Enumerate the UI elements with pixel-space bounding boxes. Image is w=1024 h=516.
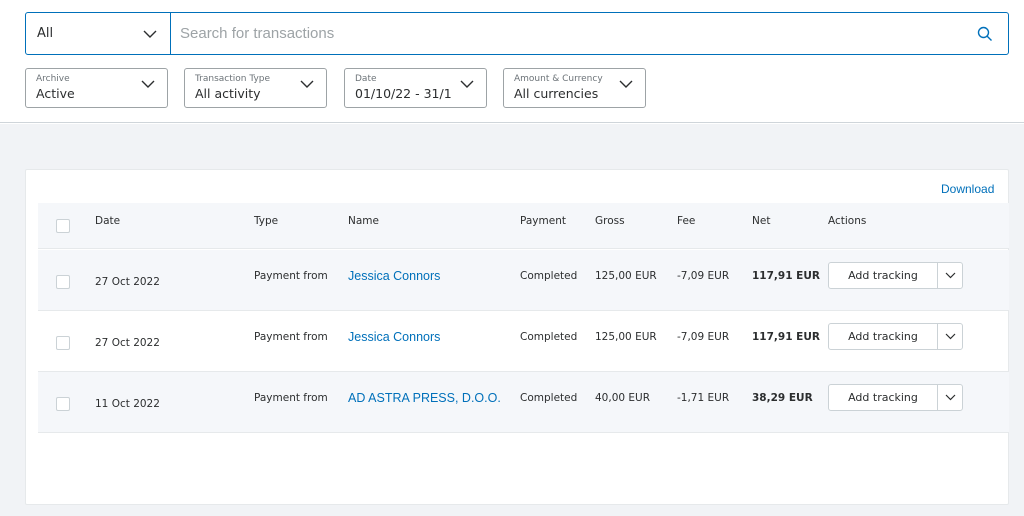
row-net: 117,91 EUR xyxy=(752,331,820,343)
table-header: Date Type Name Payment Gross Fee Net Act… xyxy=(38,203,1009,249)
row-type: Payment from xyxy=(254,270,328,282)
table-row[interactable]: 27 Oct 2022 Payment from Jessica Connors… xyxy=(38,311,1009,372)
filter-amount-currency-value: All currencies xyxy=(514,86,599,101)
search-scope-select[interactable]: All xyxy=(26,13,171,54)
header-fee: Fee xyxy=(677,215,696,227)
filter-date-label: Date xyxy=(355,74,377,84)
add-tracking-button[interactable]: Add tracking xyxy=(829,263,938,288)
add-tracking-button[interactable]: Add tracking xyxy=(829,385,938,410)
row-checkbox[interactable] xyxy=(56,336,70,350)
row-name-link[interactable]: Jessica Connors xyxy=(348,269,440,283)
row-date: 27 Oct 2022 xyxy=(95,337,160,349)
header-payment: Payment xyxy=(520,215,566,227)
header-date[interactable]: Date xyxy=(95,215,120,227)
filter-archive-label: Archive xyxy=(36,74,70,84)
row-gross: 125,00 EUR xyxy=(595,331,657,343)
row-fee: -7,09 EUR xyxy=(677,270,730,282)
row-fee: -7,09 EUR xyxy=(677,331,730,343)
header-type: Type xyxy=(254,215,279,227)
actions-dropdown-button[interactable] xyxy=(938,263,962,288)
transactions-card: Download Date Type Name Payment Gross Fe… xyxy=(25,169,1009,505)
select-all-checkbox[interactable] xyxy=(56,219,70,233)
header-actions: Actions xyxy=(828,215,867,227)
row-name-link[interactable]: Jessica Connors xyxy=(348,330,440,344)
row-actions: Add tracking xyxy=(828,262,963,289)
add-tracking-button[interactable]: Add tracking xyxy=(829,324,938,349)
row-name-link[interactable]: AD ASTRA PRESS, D.O.O. xyxy=(348,391,501,405)
row-payment-status: Completed xyxy=(520,392,578,404)
row-actions: Add tracking xyxy=(828,384,963,411)
chevron-down-icon xyxy=(619,80,633,88)
search-bar: All xyxy=(25,12,1009,55)
filter-archive-value: Active xyxy=(36,86,75,101)
filter-transaction-type-value: All activity xyxy=(195,86,261,101)
row-type: Payment from xyxy=(254,392,328,404)
filter-archive[interactable]: Archive Active xyxy=(25,68,168,108)
row-checkbox[interactable] xyxy=(56,275,70,289)
search-scope-value: All xyxy=(37,26,54,41)
filter-amount-currency[interactable]: Amount & Currency All currencies xyxy=(503,68,646,108)
row-gross: 125,00 EUR xyxy=(595,270,657,282)
search-input[interactable] xyxy=(171,13,962,54)
download-link[interactable]: Download xyxy=(941,182,994,196)
actions-dropdown-button[interactable] xyxy=(938,324,962,349)
row-net: 117,91 EUR xyxy=(752,270,820,282)
header-net: Net xyxy=(752,215,771,227)
search-icon xyxy=(977,26,992,41)
filter-date-value: 01/10/22 - 31/10/22 xyxy=(355,86,452,101)
filter-date[interactable]: Date 01/10/22 - 31/10/22 xyxy=(344,68,487,108)
row-net: 38,29 EUR xyxy=(752,392,813,404)
row-date: 27 Oct 2022 xyxy=(95,276,160,288)
row-date: 11 Oct 2022 xyxy=(95,398,160,410)
chevron-down-icon xyxy=(945,333,955,340)
table-row[interactable]: 27 Oct 2022 Payment from Jessica Connors… xyxy=(38,250,1009,311)
header-gross: Gross xyxy=(595,215,625,227)
search-button[interactable] xyxy=(962,13,1008,54)
row-actions: Add tracking xyxy=(828,323,963,350)
chevron-down-icon xyxy=(460,80,474,88)
row-payment-status: Completed xyxy=(520,331,578,343)
actions-dropdown-button[interactable] xyxy=(938,385,962,410)
row-checkbox[interactable] xyxy=(56,397,70,411)
chevron-down-icon xyxy=(945,394,955,401)
chevron-down-icon xyxy=(945,272,955,279)
row-gross: 40,00 EUR xyxy=(595,392,651,404)
row-fee: -1,71 EUR xyxy=(677,392,730,404)
header-name: Name xyxy=(348,215,379,227)
chevron-down-icon xyxy=(143,30,157,38)
row-payment-status: Completed xyxy=(520,270,578,282)
filter-transaction-type-label: Transaction Type xyxy=(195,74,271,84)
filter-amount-currency-label: Amount & Currency xyxy=(514,74,603,84)
chevron-down-icon xyxy=(300,80,314,88)
chevron-down-icon xyxy=(141,80,155,88)
filter-transaction-type[interactable]: Transaction Type All activity xyxy=(184,68,327,108)
filter-header: All Archive Active Transaction Type All … xyxy=(0,0,1024,123)
row-type: Payment from xyxy=(254,331,328,343)
table-row[interactable]: 11 Oct 2022 Payment from AD ASTRA PRESS,… xyxy=(38,372,1009,433)
